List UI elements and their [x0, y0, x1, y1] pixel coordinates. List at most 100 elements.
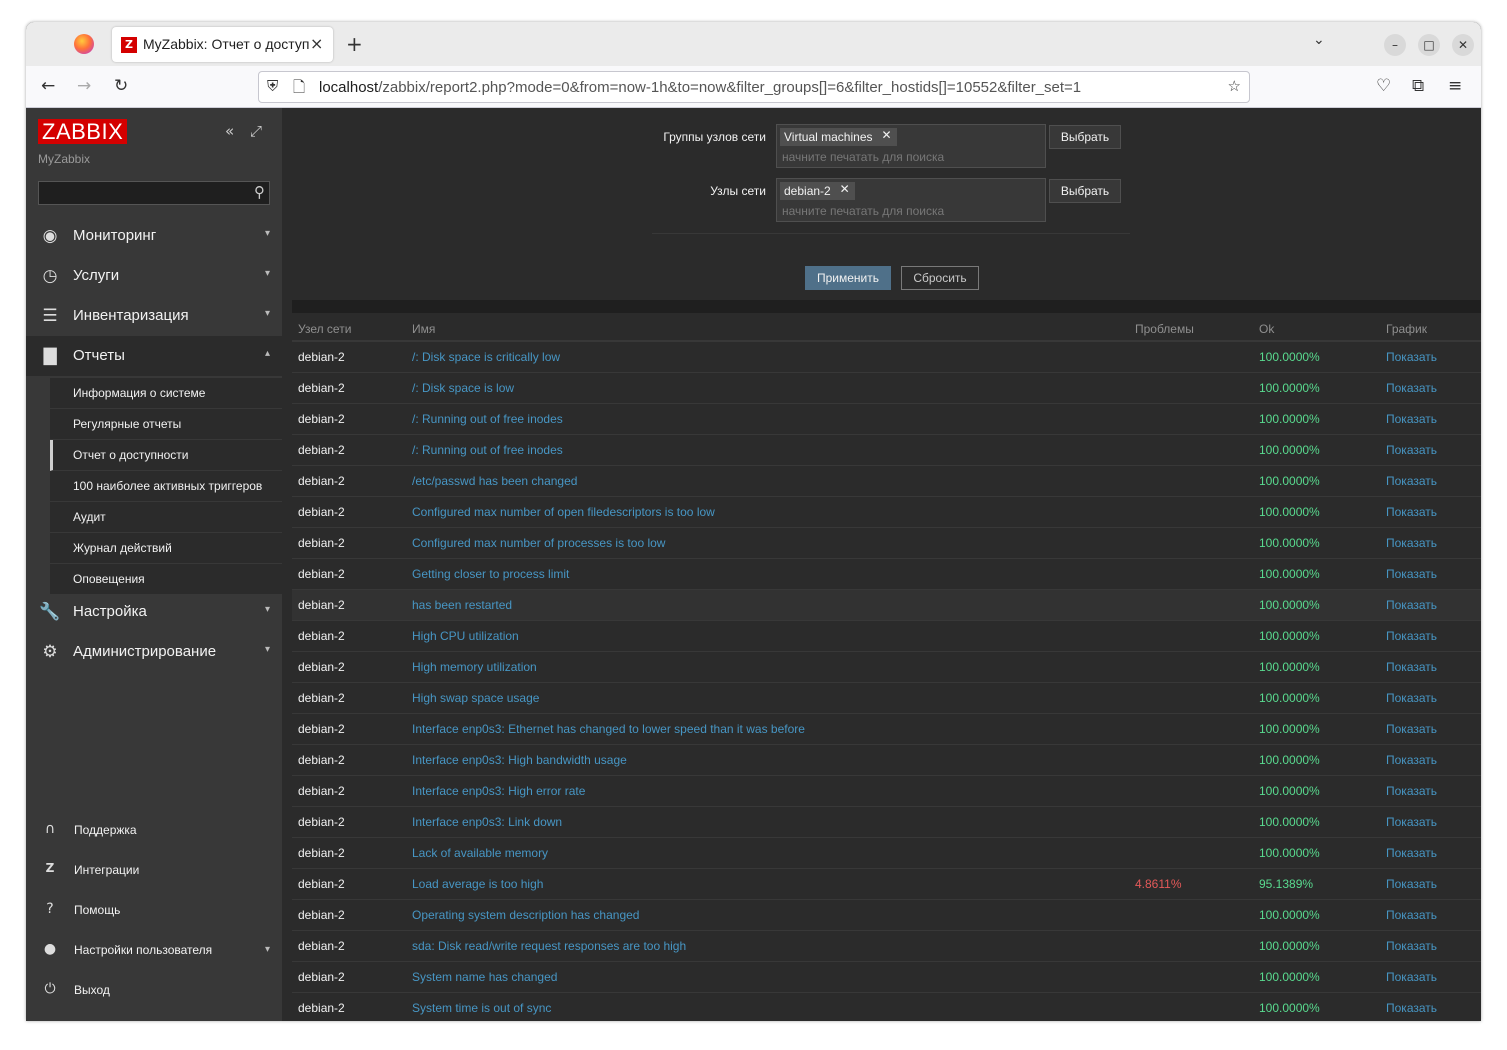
trigger-name-link[interactable]: Interface enp0s3: Link down: [412, 815, 562, 829]
show-graph-link[interactable]: Показать: [1386, 722, 1437, 736]
trigger-name-link[interactable]: has been restarted: [412, 598, 512, 612]
submenu-availability-report[interactable]: Отчет о доступности: [50, 440, 282, 471]
collapse-sidebar-icon[interactable]: «: [225, 122, 234, 140]
show-graph-link[interactable]: Показать: [1386, 815, 1437, 829]
trigger-name-link[interactable]: Interface enp0s3: High bandwidth usage: [412, 753, 627, 767]
show-graph-link[interactable]: Показать: [1386, 443, 1437, 457]
show-graph-link[interactable]: Показать: [1386, 784, 1437, 798]
menu-monitoring[interactable]: ◉ Мониторинг ▾: [26, 216, 282, 256]
show-graph-link[interactable]: Показать: [1386, 908, 1437, 922]
remove-chip-icon[interactable]: ✕: [840, 182, 850, 196]
back-icon[interactable]: ←: [41, 76, 55, 96]
hosts-multiselect[interactable]: debian-2 ✕ начните печатать для поиска: [776, 178, 1046, 222]
footer-user-settings[interactable]: ● Настройки пользователя ▾: [26, 930, 282, 970]
search-icon[interactable]: ⚲: [254, 183, 265, 201]
show-graph-link[interactable]: Показать: [1386, 660, 1437, 674]
reset-button[interactable]: Сбросить: [901, 266, 979, 290]
maximize-icon[interactable]: □: [1418, 34, 1440, 56]
show-graph-link[interactable]: Показать: [1386, 629, 1437, 643]
show-graph-link[interactable]: Показать: [1386, 381, 1437, 395]
trigger-name-link[interactable]: /: Disk space is low: [412, 381, 514, 395]
footer-logout[interactable]: ⏻ Выход: [26, 970, 282, 1010]
trigger-name-link[interactable]: High swap space usage: [412, 691, 539, 705]
show-graph-link[interactable]: Показать: [1386, 474, 1437, 488]
show-graph-link[interactable]: Показать: [1386, 753, 1437, 767]
show-graph-link[interactable]: Показать: [1386, 412, 1437, 426]
trigger-name-link[interactable]: Interface enp0s3: High error rate: [412, 784, 585, 798]
trigger-name-link[interactable]: /etc/passwd has been changed: [412, 474, 577, 488]
host-group-chip[interactable]: Virtual machines ✕: [780, 128, 897, 146]
bookmark-star-icon[interactable]: ☆: [1228, 77, 1241, 95]
submenu-audit[interactable]: Аудит: [50, 502, 282, 533]
trigger-name-link[interactable]: Lack of available memory: [412, 846, 548, 860]
show-graph-link[interactable]: Показать: [1386, 567, 1437, 581]
submenu-scheduled-reports[interactable]: Регулярные отчеты: [50, 409, 282, 440]
submenu-top-triggers[interactable]: 100 наиболее активных триггеров: [50, 471, 282, 502]
show-graph-link[interactable]: Показать: [1386, 350, 1437, 364]
column-ok: Ok: [1259, 322, 1275, 336]
menu-configuration[interactable]: 🔧 Настройка ▾: [26, 592, 282, 632]
trigger-name-link[interactable]: /: Disk space is critically low: [412, 350, 560, 364]
show-graph-link[interactable]: Показать: [1386, 598, 1437, 612]
new-tab-icon[interactable]: +: [346, 32, 363, 56]
trigger-name-link[interactable]: High CPU utilization: [412, 629, 519, 643]
chip-label: debian-2: [784, 184, 831, 198]
pocket-icon[interactable]: ♡: [1376, 76, 1391, 96]
url-bar[interactable]: ⛨ 🗋 localhost/zabbix/report2.php?mode=0&…: [258, 71, 1250, 103]
host-chip[interactable]: debian-2 ✕: [780, 182, 855, 200]
select-groups-button[interactable]: Выбрать: [1049, 125, 1121, 149]
minimize-icon[interactable]: –: [1384, 34, 1406, 56]
firefox-view-icon[interactable]: [74, 34, 94, 54]
menu-services[interactable]: ◷ Услуги ▾: [26, 256, 282, 296]
filter-separator: [652, 233, 1130, 234]
footer-integrations[interactable]: Z Интеграции: [26, 850, 282, 890]
trigger-name-link[interactable]: High memory utilization: [412, 660, 537, 674]
column-name[interactable]: Имя: [412, 322, 435, 336]
extensions-icon[interactable]: ⧉: [1412, 76, 1424, 96]
column-host[interactable]: Узел сети: [298, 322, 351, 336]
submenu-action-log[interactable]: Журнал действий: [50, 533, 282, 564]
page-icon[interactable]: 🗋: [293, 77, 305, 102]
menu-inventory[interactable]: ☰ Инвентаризация ▾: [26, 296, 282, 336]
show-graph-link[interactable]: Показать: [1386, 691, 1437, 705]
kiosk-mode-icon[interactable]: ⤢: [250, 122, 262, 140]
trigger-name-link[interactable]: Getting closer to process limit: [412, 567, 569, 581]
trigger-name-link[interactable]: Configured max number of open filedescri…: [412, 505, 715, 519]
trigger-name-link[interactable]: Interface enp0s3: Ethernet has changed t…: [412, 722, 805, 736]
trigger-name-link[interactable]: /: Running out of free inodes: [412, 412, 563, 426]
forward-icon[interactable]: →: [77, 76, 91, 96]
submenu-system-info[interactable]: Информация о системе: [50, 378, 282, 409]
menu-hamburger-icon[interactable]: ≡: [1448, 76, 1462, 96]
close-window-icon[interactable]: ✕: [1452, 34, 1474, 56]
show-graph-link[interactable]: Показать: [1386, 536, 1437, 550]
trigger-name-link[interactable]: System time is out of sync: [412, 1001, 551, 1015]
show-graph-link[interactable]: Показать: [1386, 505, 1437, 519]
show-graph-link[interactable]: Показать: [1386, 1001, 1437, 1015]
tab-close-icon[interactable]: ×: [310, 34, 323, 53]
show-graph-link[interactable]: Показать: [1386, 846, 1437, 860]
list-tabs-chevron-icon[interactable]: ⌄: [1313, 32, 1325, 48]
footer-help[interactable]: ? Помощь: [26, 890, 282, 930]
trigger-name-link[interactable]: Operating system description has changed: [412, 908, 639, 922]
browser-tab[interactable]: Z MyZabbix: Отчет о доступности ×: [112, 27, 333, 62]
show-graph-link[interactable]: Показать: [1386, 877, 1437, 891]
sidebar-search-input[interactable]: ⚲: [38, 181, 270, 205]
host-groups-multiselect[interactable]: Virtual machines ✕ начните печатать для п…: [776, 124, 1046, 168]
select-hosts-button[interactable]: Выбрать: [1049, 179, 1121, 203]
menu-reports[interactable]: ▇ Отчеты ▴: [26, 336, 282, 376]
menu-administration[interactable]: ⚙ Администрирование ▾: [26, 632, 282, 672]
shield-icon[interactable]: ⛨: [267, 77, 278, 95]
footer-support[interactable]: ∩ Поддержка: [26, 810, 282, 850]
trigger-name-link[interactable]: Load average is too high: [412, 877, 543, 891]
trigger-name-link[interactable]: System name has changed: [412, 970, 557, 984]
show-graph-link[interactable]: Показать: [1386, 939, 1437, 953]
trigger-name-link[interactable]: Configured max number of processes is to…: [412, 536, 665, 550]
zabbix-logo[interactable]: ZABBIX: [38, 119, 128, 144]
submenu-notifications[interactable]: Оповещения: [50, 564, 282, 595]
reload-icon[interactable]: ↻: [114, 76, 128, 96]
trigger-name-link[interactable]: /: Running out of free inodes: [412, 443, 563, 457]
remove-chip-icon[interactable]: ✕: [881, 128, 891, 142]
show-graph-link[interactable]: Показать: [1386, 970, 1437, 984]
trigger-name-link[interactable]: sda: Disk read/write request responses a…: [412, 939, 686, 953]
apply-button[interactable]: Применить: [805, 266, 891, 290]
